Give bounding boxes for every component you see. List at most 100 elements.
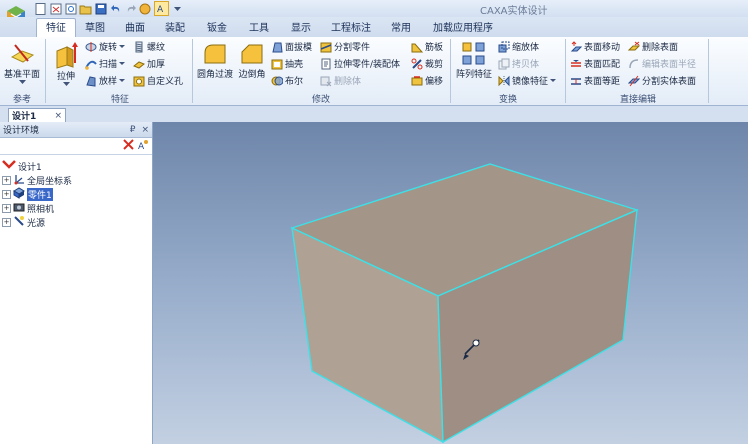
camera-icon xyxy=(13,201,25,216)
group-divider xyxy=(45,39,46,103)
design-tree: 设计1 + 全局坐标系 + 零件1 + 照相机 + 光源 xyxy=(0,155,152,229)
window-title: CAXA实体设计 xyxy=(480,6,548,17)
tab-addins[interactable]: 加载应用程序 xyxy=(426,20,500,37)
delete-icon[interactable] xyxy=(123,139,134,153)
group-divider xyxy=(565,39,566,103)
tree-item-design[interactable]: 设计1 xyxy=(2,159,152,173)
copy-body-button[interactable]: 拷贝体 xyxy=(498,57,539,70)
split-solid-face-button[interactable]: 分割实体表面 xyxy=(628,74,696,87)
trim-button[interactable]: 裁剪 xyxy=(411,57,443,70)
pin-icon[interactable]: ₽ xyxy=(130,125,136,135)
chevron-down-icon xyxy=(119,44,126,48)
text-tool-icon[interactable]: A xyxy=(154,1,169,16)
scale-body-button[interactable]: 缩放体 xyxy=(498,40,539,53)
extrude-assembly-button[interactable]: 拉伸零件/装配体 xyxy=(320,57,400,70)
base-plane-icon xyxy=(10,44,35,63)
delete-body-button[interactable]: 删除体 xyxy=(320,74,361,87)
group-label-transform: 变换 xyxy=(498,95,517,105)
ribbon-tab-row: 特征 草图 曲面 装配 钣金 工具 显示 工程标注 常用 加载应用程序 xyxy=(0,17,748,38)
extrude-icon xyxy=(56,42,78,69)
open-folder-icon[interactable] xyxy=(79,2,92,15)
tree-item-label: 设计1 xyxy=(18,162,42,173)
tab-annotation[interactable]: 工程标注 xyxy=(326,20,376,37)
expand-icon[interactable]: + xyxy=(2,189,11,199)
sweep-button[interactable]: 扫描 xyxy=(85,57,126,70)
match-face-icon xyxy=(571,59,581,67)
tree-item-camera[interactable]: + 照相机 xyxy=(2,201,152,215)
tab-feature[interactable]: 特征 xyxy=(36,18,76,38)
group-divider xyxy=(708,39,709,103)
expand-icon[interactable]: + xyxy=(2,203,11,213)
thicken-button[interactable]: 加厚 xyxy=(133,57,165,70)
offset-button[interactable]: 偏移 xyxy=(411,74,443,87)
new-template-icon[interactable] xyxy=(49,2,62,15)
tree-item-part[interactable]: + 零件1 xyxy=(2,186,152,202)
tree-item-light[interactable]: + 光源 xyxy=(2,215,152,229)
close-icon[interactable]: × xyxy=(54,111,62,121)
array-feature-button[interactable]: 阵列特征 xyxy=(453,41,495,80)
shell-icon xyxy=(271,59,283,69)
edit-face-radius-button[interactable]: 编辑表面半径 xyxy=(628,57,696,70)
document-tab[interactable]: 设计1 × xyxy=(8,108,66,122)
custom-hole-button[interactable]: 自定义孔 xyxy=(133,74,183,87)
mirror-feature-button[interactable]: 镜像特征 xyxy=(498,74,557,87)
split-part-button[interactable]: 分割零件 xyxy=(320,40,370,53)
close-icon[interactable]: × xyxy=(141,125,149,135)
new-drawing-icon[interactable] xyxy=(64,2,77,15)
customize-dropdown-icon[interactable] xyxy=(171,2,184,15)
svg-text:A: A xyxy=(138,142,145,151)
new-file-icon[interactable] xyxy=(34,2,47,15)
rib-icon xyxy=(411,43,423,52)
expand-icon[interactable]: + xyxy=(2,175,11,185)
tab-display[interactable]: 显示 xyxy=(284,20,318,37)
loft-button[interactable]: 放样 xyxy=(85,74,126,87)
undo-icon[interactable] xyxy=(109,2,122,15)
save-icon[interactable] xyxy=(94,2,107,15)
move-face-icon xyxy=(570,40,582,51)
tree-item-label: 全局坐标系 xyxy=(27,176,73,187)
boolean-icon xyxy=(271,76,283,85)
quick-access-toolbar: A xyxy=(34,1,184,16)
chamfer-button[interactable]: 边倒角 xyxy=(237,41,267,80)
tab-surface[interactable]: 曲面 xyxy=(118,20,152,37)
delete-face-button[interactable]: 删除表面 xyxy=(628,40,678,53)
fillet-button[interactable]: 圆角过渡 xyxy=(195,41,235,80)
edit-radius-icon xyxy=(629,58,639,68)
redo-icon[interactable] xyxy=(124,2,137,15)
boolean-button[interactable]: 布尔 xyxy=(271,74,303,87)
tab-tools[interactable]: 工具 xyxy=(242,20,276,37)
match-face-button[interactable]: 表面匹配 xyxy=(570,57,620,70)
tree-item-global-coords[interactable]: + 全局坐标系 xyxy=(2,173,152,187)
tab-sketch[interactable]: 草图 xyxy=(80,20,110,37)
filter-icon[interactable]: A xyxy=(137,139,149,154)
thread-button[interactable]: 螺纹 xyxy=(133,40,165,53)
base-plane-button[interactable]: 基准平面 xyxy=(2,41,42,85)
sweep-icon xyxy=(85,60,97,70)
shell-button[interactable]: 抽壳 xyxy=(271,57,303,70)
chevron-down-icon xyxy=(119,78,126,82)
chevron-down-icon xyxy=(62,82,70,86)
tab-assembly[interactable]: 装配 xyxy=(158,20,192,37)
equal-distance-face-button[interactable]: 表面等距 xyxy=(570,74,620,87)
draft-button[interactable]: 面拔模 xyxy=(271,40,312,53)
part-icon xyxy=(13,186,25,202)
shape-icon[interactable] xyxy=(139,2,152,15)
rib-button[interactable]: 筋板 xyxy=(411,40,443,53)
copy-icon xyxy=(498,58,510,69)
delete-body-icon xyxy=(320,76,332,86)
extrude-button[interactable]: 拉伸 xyxy=(51,41,81,87)
thicken-icon xyxy=(133,60,145,69)
tab-common[interactable]: 常用 xyxy=(386,20,416,37)
mirror-icon xyxy=(498,75,510,86)
tree-item-label: 光源 xyxy=(27,218,46,229)
3d-viewport[interactable] xyxy=(153,122,748,444)
tab-sheet-metal[interactable]: 钣金 xyxy=(200,20,234,37)
scale-icon xyxy=(498,41,510,52)
group-label-ref: 参考 xyxy=(12,95,31,105)
expand-icon[interactable]: + xyxy=(2,217,11,227)
chevron-down-icon xyxy=(550,78,557,82)
group-divider xyxy=(450,39,451,103)
offset-icon xyxy=(411,75,423,85)
move-face-button[interactable]: 表面移动 xyxy=(570,40,620,53)
revolve-button[interactable]: 旋转 xyxy=(85,40,126,53)
